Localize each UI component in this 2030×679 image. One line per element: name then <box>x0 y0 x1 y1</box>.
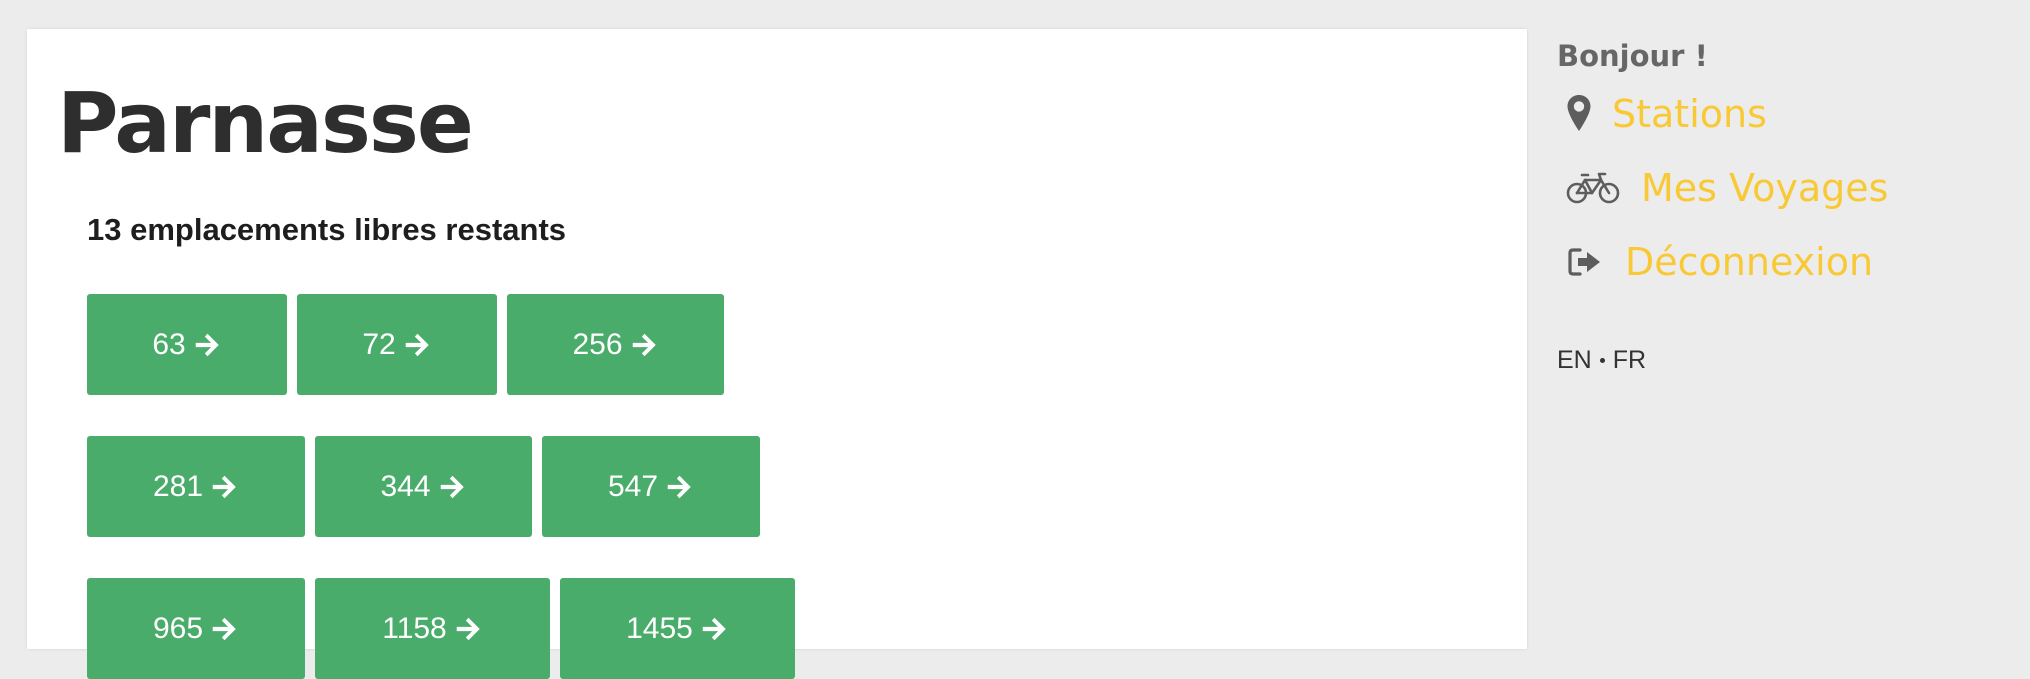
slot-number: 547 <box>607 469 659 503</box>
page-title: Parnasse <box>57 74 474 172</box>
separator-dot-icon <box>1599 358 1605 363</box>
sign-out-icon <box>1568 248 1600 276</box>
map-marker-icon <box>1567 95 1591 131</box>
slot-row: 63 72 256 <box>87 294 724 395</box>
slot-button[interactable]: 965 <box>87 578 305 679</box>
nav-item-deconnexion[interactable]: Déconnexion <box>1557 240 1873 284</box>
slot-number: 63 <box>152 327 186 361</box>
slot-number: 281 <box>152 469 204 503</box>
language-switcher: EN FR <box>1557 346 1646 375</box>
arrow-right-icon <box>195 333 219 356</box>
arrow-right-icon <box>667 475 691 498</box>
language-en-link[interactable]: EN <box>1557 346 1592 375</box>
slot-button[interactable]: 72 <box>297 294 497 395</box>
arrow-right-icon <box>702 617 726 640</box>
nav-label: Stations <box>1612 92 1767 136</box>
language-fr-link[interactable]: FR <box>1613 346 1646 375</box>
arrow-right-icon <box>456 617 480 640</box>
slot-button[interactable]: 344 <box>315 436 532 537</box>
bicycle-icon <box>1566 172 1620 204</box>
arrow-right-icon <box>405 333 429 356</box>
slot-number: 1455 <box>626 611 693 645</box>
slot-button[interactable]: 547 <box>542 436 760 537</box>
slot-button[interactable]: 256 <box>507 294 724 395</box>
slot-button[interactable]: 281 <box>87 436 305 537</box>
slot-number: 1158 <box>382 611 447 645</box>
nav-label: Déconnexion <box>1625 240 1874 284</box>
slot-number: 256 <box>572 327 623 361</box>
greeting: Bonjour ! <box>1557 39 1708 73</box>
slot-number: 344 <box>380 469 431 503</box>
slot-row: 965 1158 1455 <box>87 578 795 679</box>
sidebar: Bonjour ! Stations Mes Voyages Déconnexi… <box>1557 0 2030 636</box>
free-slots-count: 13 emplacements libres restants <box>87 212 567 247</box>
slot-button[interactable]: 1455 <box>560 578 795 679</box>
arrow-right-icon <box>440 475 464 498</box>
nav-item-stations[interactable]: Stations <box>1557 92 1767 136</box>
nav-label: Mes Voyages <box>1641 166 1889 210</box>
slot-number: 72 <box>362 327 396 361</box>
slot-row: 281 344 547 <box>87 436 760 537</box>
arrow-right-icon <box>212 475 236 498</box>
slot-button[interactable]: 63 <box>87 294 287 395</box>
arrow-right-icon <box>212 617 236 640</box>
station-card: Parnasse 13 emplacements libres restants… <box>27 29 1527 679</box>
arrow-right-icon <box>632 333 656 356</box>
nav-item-mes-voyages[interactable]: Mes Voyages <box>1557 166 1888 210</box>
slot-number: 965 <box>152 611 204 645</box>
slot-button[interactable]: 1158 <box>315 578 550 679</box>
